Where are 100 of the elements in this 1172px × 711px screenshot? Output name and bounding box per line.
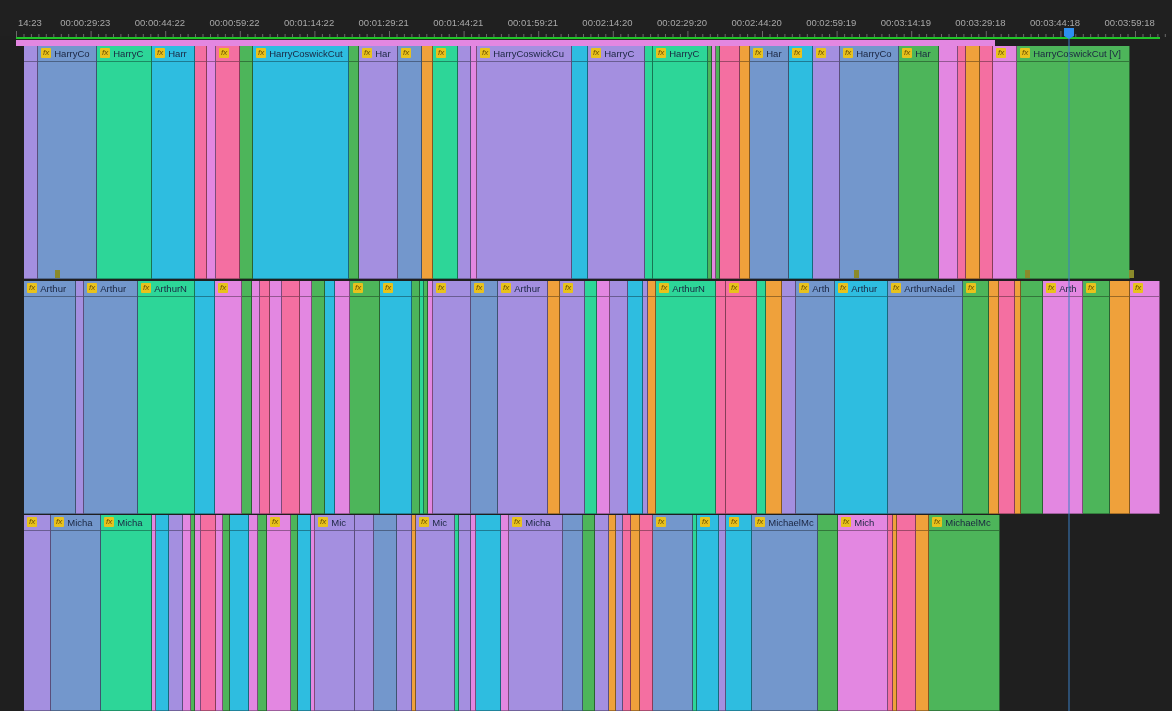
- timeline-clip[interactable]: fx Har: [899, 46, 939, 279]
- timeline-clip[interactable]: [240, 46, 253, 279]
- timeline-clip[interactable]: [583, 515, 595, 711]
- timeline-clip[interactable]: fx: [24, 515, 51, 711]
- timeline-clip[interactable]: [1015, 281, 1021, 514]
- timeline-clip[interactable]: [563, 515, 583, 711]
- timeline-clip[interactable]: [648, 281, 656, 514]
- timeline-clip[interactable]: fx HarryC: [653, 46, 708, 279]
- timeline-clip[interactable]: [595, 515, 609, 711]
- timeline-clip[interactable]: fx Mic: [416, 515, 455, 711]
- timeline-clip[interactable]: fx Micha: [101, 515, 152, 711]
- timeline-clip[interactable]: [609, 515, 616, 711]
- timeline-clip[interactable]: [716, 281, 726, 514]
- timeline-clip[interactable]: [216, 515, 223, 711]
- timeline-clip[interactable]: [282, 281, 300, 514]
- timeline-clip[interactable]: fx MichaelMc: [929, 515, 1000, 711]
- timeline-clip[interactable]: fx: [993, 46, 1017, 279]
- timeline-clip[interactable]: [471, 46, 477, 279]
- timeline-clip[interactable]: fx HarryC: [588, 46, 645, 279]
- timeline-clip[interactable]: fx: [653, 515, 693, 711]
- timeline-clip[interactable]: [708, 46, 712, 279]
- timeline-clip[interactable]: [719, 515, 726, 711]
- timeline-clip[interactable]: fx: [1130, 281, 1160, 514]
- timeline-clip[interactable]: [355, 515, 374, 711]
- timeline-clip[interactable]: [397, 515, 412, 711]
- timeline-clip[interactable]: fx Harr: [152, 46, 195, 279]
- timeline-clip[interactable]: [471, 515, 476, 711]
- timeline-clip[interactable]: [207, 46, 216, 279]
- timeline-clip[interactable]: fx Mic: [315, 515, 355, 711]
- timeline-clip[interactable]: [458, 46, 471, 279]
- timeline-clip[interactable]: [298, 515, 311, 711]
- timeline-clip[interactable]: [424, 281, 428, 514]
- timeline-clip[interactable]: [258, 515, 267, 711]
- timeline-clip[interactable]: [610, 281, 628, 514]
- timeline-clip[interactable]: [325, 281, 335, 514]
- timeline-clip[interactable]: [585, 281, 597, 514]
- timeline-clip[interactable]: fx: [216, 46, 240, 279]
- timeline-clip[interactable]: [597, 281, 610, 514]
- timeline-clip[interactable]: fx Arthur: [835, 281, 888, 514]
- timeline-clip[interactable]: [740, 46, 750, 279]
- timeline-clip[interactable]: [291, 515, 298, 711]
- timeline-clip[interactable]: fx HarryC: [97, 46, 152, 279]
- timeline-clip[interactable]: [169, 515, 183, 711]
- timeline-clip[interactable]: fx HarryCo: [38, 46, 97, 279]
- timeline-clip[interactable]: [958, 46, 966, 279]
- timeline-clip[interactable]: fx MichaelMc: [752, 515, 818, 711]
- timeline-clip[interactable]: fx Mich: [838, 515, 888, 711]
- timeline-clip[interactable]: [195, 515, 201, 711]
- timeline-clip[interactable]: [1021, 281, 1043, 514]
- timeline-clip[interactable]: fx ArthurN: [656, 281, 716, 514]
- timeline-clip[interactable]: [300, 281, 312, 514]
- timeline-clip[interactable]: [156, 515, 169, 711]
- timeline-clip[interactable]: [428, 281, 433, 514]
- timeline-clip[interactable]: [893, 515, 897, 711]
- timeline-clip[interactable]: [312, 281, 325, 514]
- timeline-clip[interactable]: fx: [726, 281, 757, 514]
- timeline-clip[interactable]: fx: [433, 281, 471, 514]
- timeline-clip[interactable]: fx ArthurNadel: [888, 281, 963, 514]
- timeline-clip[interactable]: fx HarryCoswickCut: [253, 46, 349, 279]
- timeline-clip[interactable]: [548, 281, 560, 514]
- timeline-clip[interactable]: [616, 515, 623, 711]
- timeline-clip[interactable]: [24, 46, 38, 279]
- timeline-clip[interactable]: [422, 46, 433, 279]
- timeline-clip[interactable]: [311, 515, 315, 711]
- timeline-clip[interactable]: fx Har: [750, 46, 789, 279]
- timeline-clip[interactable]: [242, 281, 252, 514]
- timeline-clip[interactable]: [195, 281, 215, 514]
- timeline-clip[interactable]: [716, 46, 720, 279]
- timeline-clip[interactable]: [420, 281, 424, 514]
- timeline-clip[interactable]: [1110, 281, 1130, 514]
- timeline-clip[interactable]: [645, 46, 653, 279]
- timeline-clip[interactable]: fx: [1083, 281, 1110, 514]
- timeline-clip[interactable]: [195, 46, 207, 279]
- timeline-clip[interactable]: [631, 515, 640, 711]
- timeline-clip[interactable]: [459, 515, 471, 711]
- timeline-clip[interactable]: [260, 281, 270, 514]
- timeline-clip[interactable]: [335, 281, 350, 514]
- timeline-clip[interactable]: [374, 515, 397, 711]
- timeline-clip[interactable]: [999, 281, 1015, 514]
- timeline-clip[interactable]: fx Arthur: [84, 281, 138, 514]
- timeline-clip[interactable]: fx: [813, 46, 840, 279]
- timeline-clip[interactable]: fx Micha: [509, 515, 563, 711]
- timeline-clip[interactable]: [223, 515, 230, 711]
- timeline-clip[interactable]: fx HarryCo: [840, 46, 899, 279]
- timeline-clip[interactable]: fx: [350, 281, 380, 514]
- timeline-clip[interactable]: fx: [697, 515, 719, 711]
- timeline-clip[interactable]: [818, 515, 838, 711]
- timeline-clip[interactable]: [712, 46, 716, 279]
- timeline-clip[interactable]: [252, 281, 260, 514]
- timeline-clip[interactable]: [628, 281, 643, 514]
- timeline-clip[interactable]: fx HarryCoswickCu: [477, 46, 572, 279]
- timeline-clip[interactable]: [455, 515, 459, 711]
- timeline-clip[interactable]: [230, 515, 249, 711]
- timeline-clip[interactable]: [76, 281, 84, 514]
- timeline-clip[interactable]: [349, 46, 359, 279]
- timeline-clip[interactable]: fx Micha: [51, 515, 101, 711]
- timeline-clip[interactable]: [183, 515, 191, 711]
- timeline-clip[interactable]: [766, 281, 782, 514]
- timeline-clip[interactable]: [939, 46, 958, 279]
- timeline-clip[interactable]: [501, 515, 509, 711]
